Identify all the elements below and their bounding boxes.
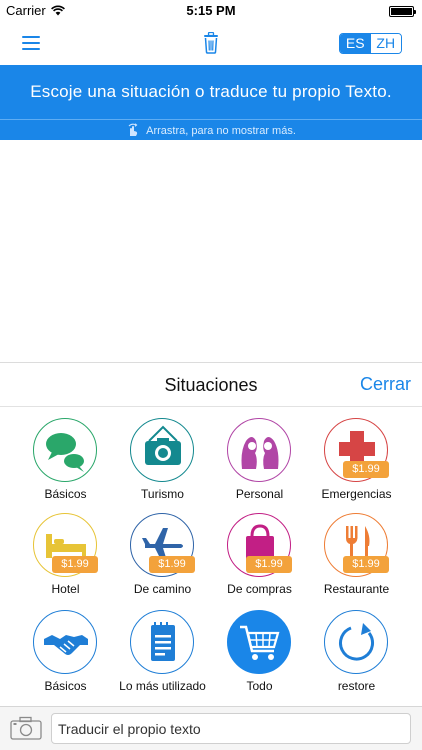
situation-label: Lo más utilizado	[119, 679, 206, 693]
lang-es-segment[interactable]: ES	[340, 34, 371, 53]
situation-label: Básicos	[44, 487, 87, 501]
situation-de-compras[interactable]: $1.99 De compras	[211, 513, 308, 601]
status-bar: Carrier 5:15 PM	[0, 0, 422, 22]
menu-icon[interactable]	[22, 35, 40, 51]
battery-icon	[389, 6, 416, 17]
situation-label: Personal	[235, 487, 284, 501]
situation-label: Hotel	[51, 582, 80, 596]
situation-label: Todo	[246, 679, 273, 693]
situation-label: Turismo	[141, 487, 184, 501]
situation-basicos-2[interactable]: Básicos	[17, 610, 114, 698]
lang-zh-segment[interactable]: ZH	[370, 34, 401, 53]
dismiss-hint-text: Arrastra, para no mostrar más.	[146, 125, 296, 137]
price-tag: $1.99	[149, 556, 195, 573]
handshake-icon	[44, 635, 88, 655]
translate-text-input[interactable]	[51, 713, 411, 744]
situation-label: Restaurante	[323, 582, 390, 596]
language-toggle[interactable]: ES ZH	[339, 33, 402, 54]
camera-button-icon[interactable]	[10, 716, 42, 740]
situation-personal[interactable]: Personal	[211, 418, 308, 506]
chat-bubbles-icon	[46, 433, 84, 472]
notepad-icon	[151, 622, 175, 661]
situation-hotel[interactable]: $1.99 Hotel	[17, 513, 114, 601]
couple-icon	[241, 437, 279, 469]
situation-label: restore	[337, 679, 376, 693]
dismiss-hint-bar[interactable]: Arrastra, para no mostrar más.	[0, 119, 422, 140]
instruction-banner: Escoje una situación o traduce tu propio…	[0, 65, 422, 121]
situation-turismo[interactable]: Turismo	[114, 418, 211, 506]
situation-label: De compras	[227, 582, 292, 596]
nav-bar: ES ZH	[0, 22, 422, 65]
swipe-hand-icon	[128, 123, 138, 136]
situation-label: De camino	[133, 582, 192, 596]
price-tag: $1.99	[52, 556, 98, 573]
situation-lo-mas-utilizado[interactable]: Lo más utilizado	[114, 610, 211, 698]
situation-emergencias[interactable]: $1.99 Emergencias	[308, 418, 405, 506]
price-tag: $1.99	[343, 556, 389, 573]
clock: 5:15 PM	[186, 3, 236, 18]
price-tag: $1.99	[343, 461, 389, 478]
situation-basicos[interactable]: Básicos	[17, 418, 114, 506]
situation-restaurante[interactable]: $1.99 Restaurante	[308, 513, 405, 601]
restore-icon	[339, 623, 374, 661]
sheet-header-divider	[0, 406, 422, 407]
camera-icon	[145, 425, 181, 465]
bottom-input-bar	[0, 706, 422, 750]
situation-restore[interactable]: restore	[308, 610, 405, 698]
close-button[interactable]: Cerrar	[360, 374, 411, 395]
situation-label: Emergencias	[321, 487, 392, 501]
situation-label: Básicos	[44, 679, 87, 693]
sheet-title: Situaciones	[164, 375, 258, 395]
price-tag: $1.99	[246, 556, 292, 573]
shopping-cart-icon	[240, 625, 280, 660]
situation-de-camino[interactable]: $1.99 De camino	[114, 513, 211, 601]
banner-text: Escoje una situación o traduce tu propio…	[30, 82, 392, 101]
trash-icon[interactable]	[202, 32, 220, 54]
sheet-divider	[0, 362, 422, 363]
situation-todo[interactable]: Todo	[211, 610, 308, 698]
